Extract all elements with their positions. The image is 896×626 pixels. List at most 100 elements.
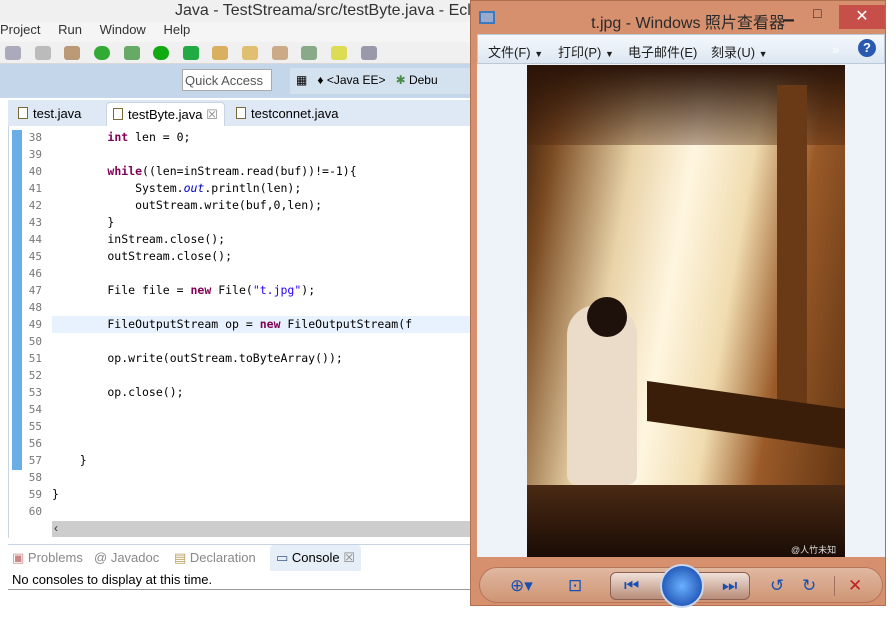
menu-bar: Project Run Window Help xyxy=(0,22,470,42)
open-perspective-icon[interactable]: ▦ xyxy=(296,73,307,87)
scroll-left-icon[interactable]: ‹ xyxy=(54,521,58,535)
perspective-label: <Java EE> xyxy=(326,73,386,87)
perspective-label: Debu xyxy=(408,73,438,87)
zoom-icon[interactable]: ⊕▾ xyxy=(510,576,533,596)
menu-project[interactable]: Project xyxy=(0,22,40,37)
quick-access-input[interactable]: Quick Access xyxy=(182,69,272,91)
minimize-button[interactable]: ▁ xyxy=(783,5,803,22)
rotate-right-icon[interactable]: ↻ xyxy=(802,576,816,596)
line-number: 54 xyxy=(28,403,42,416)
line-number: 42 xyxy=(28,199,42,212)
tab-declaration[interactable]: ▤ Declaration xyxy=(174,550,256,566)
code-line: outStream.write(buf,0,len); xyxy=(52,198,323,212)
code-line: } xyxy=(52,487,59,501)
console-message: No consoles to display at this time. xyxy=(12,572,213,587)
line-number: 56 xyxy=(28,437,42,450)
previous-icon[interactable]: ⏮ xyxy=(624,576,639,596)
line-number: 49 xyxy=(28,318,42,331)
line-number: 55 xyxy=(28,420,42,433)
close-icon[interactable]: ☒ xyxy=(343,550,355,565)
code-line: inStream.close(); xyxy=(52,232,226,246)
dropdown-icon: ▼ xyxy=(758,49,768,59)
tab-label: Console xyxy=(291,550,340,565)
menu-label: 文件(F) xyxy=(488,45,531,60)
actual-size-icon[interactable]: ⊡ xyxy=(568,576,582,596)
tab-problems[interactable]: ▣ Problems xyxy=(12,550,83,566)
slideshow-button[interactable] xyxy=(660,564,704,608)
menu-help[interactable]: Help xyxy=(163,22,190,37)
photo[interactable]: @人竹未知事 xyxy=(527,65,845,557)
open-icon[interactable] xyxy=(242,46,258,60)
watermark: @人竹未知事 xyxy=(791,545,837,555)
close-button[interactable]: ✕ xyxy=(839,5,885,29)
photo-viewer-window: t.jpg - Windows 照片查看器 ▁ □ ✕ 文件(F) ▼ 打印(P… xyxy=(470,0,886,608)
line-number: 57 xyxy=(28,454,42,467)
tab-console[interactable]: ▭ Console ☒ xyxy=(270,545,361,571)
search-icon[interactable] xyxy=(301,46,318,60)
line-number: 45 xyxy=(28,250,42,263)
open-folder-icon[interactable] xyxy=(212,46,229,60)
tab-label: testconnet.java xyxy=(251,106,339,121)
code-line: FileOutputStream op = new FileOutputStre… xyxy=(52,317,413,331)
java-ee-icon: ♦ xyxy=(317,73,324,87)
new-package-icon[interactable] xyxy=(64,46,81,60)
help-icon[interactable]: ? xyxy=(858,39,876,57)
line-number: 60 xyxy=(28,505,42,518)
maximize-button[interactable]: □ xyxy=(813,5,833,21)
code-line: File file = new File("t.jpg"); xyxy=(52,283,316,297)
line-number: 40 xyxy=(28,165,42,178)
java-file-icon xyxy=(113,108,123,120)
line-number: 47 xyxy=(28,284,42,297)
editor-tabs: test.java testByte.java ☒ testconnet.jav… xyxy=(8,100,470,126)
problems-icon: ▣ xyxy=(12,550,25,565)
menu-print[interactable]: 打印(P) ▼ xyxy=(558,42,614,61)
menu-email[interactable]: 电子邮件(E) xyxy=(628,42,697,61)
line-number: 48 xyxy=(28,301,42,314)
perspective-debug[interactable]: ✱ Debu xyxy=(396,73,438,87)
tab-javadoc[interactable]: @ Javadoc xyxy=(94,550,159,565)
highlight-icon[interactable] xyxy=(330,46,347,60)
menu-window[interactable]: Window xyxy=(100,22,146,37)
show-whitespace-icon[interactable] xyxy=(360,46,377,60)
declaration-icon: ▤ xyxy=(174,550,187,565)
menu-run[interactable]: Run xyxy=(58,22,82,37)
run-external-icon[interactable] xyxy=(182,46,199,60)
console-icon: ▭ xyxy=(276,550,289,565)
run-icon[interactable] xyxy=(153,46,170,60)
menu-burn[interactable]: 刻录(U) ▼ xyxy=(711,42,768,61)
line-number: 39 xyxy=(28,148,42,161)
tab-label: Declaration xyxy=(189,550,256,565)
tab-label: Javadoc xyxy=(110,550,160,565)
at-icon: @ xyxy=(94,550,108,565)
tab-testconnet-java[interactable]: testconnet.java xyxy=(230,102,344,126)
debug-icon[interactable] xyxy=(123,46,140,60)
line-number: 44 xyxy=(28,233,42,246)
tab-test-java[interactable]: test.java xyxy=(12,102,87,126)
line-number: 46 xyxy=(28,267,42,280)
delete-icon[interactable]: ✕ xyxy=(848,576,862,596)
line-number: 59 xyxy=(28,488,42,501)
dropdown-icon: ▼ xyxy=(534,49,544,59)
tab-label: testByte.java xyxy=(128,107,203,122)
code-line: op.write(outStream.toByteArray()); xyxy=(52,351,343,365)
tab-testbyte-java[interactable]: testByte.java ☒ xyxy=(106,102,225,126)
line-number: 58 xyxy=(28,471,42,484)
perspective-java-ee[interactable]: ♦ <Java EE> xyxy=(317,73,385,87)
horizontal-scrollbar[interactable] xyxy=(52,521,470,537)
line-number: 43 xyxy=(28,216,42,229)
brush-icon[interactable] xyxy=(271,46,288,60)
dropdown-icon: ▼ xyxy=(604,49,614,59)
close-icon[interactable]: ☒ xyxy=(206,107,218,122)
menu-file[interactable]: 文件(F) ▼ xyxy=(488,42,543,61)
line-number: 52 xyxy=(28,369,42,382)
toggle-icon[interactable] xyxy=(5,46,21,60)
more-icon[interactable]: » xyxy=(832,42,839,57)
photo-area: @人竹未知事 xyxy=(477,64,885,557)
code-line: while((len=inStream.read(buf))!=-1){ xyxy=(107,164,357,178)
tab-label: test.java xyxy=(33,106,82,121)
code-line: outStream.close(); xyxy=(52,249,233,263)
rotate-left-icon[interactable]: ↺ xyxy=(770,576,784,596)
step-icon[interactable] xyxy=(34,46,51,60)
new-class-icon[interactable] xyxy=(93,46,110,60)
next-icon[interactable]: ⏭ xyxy=(722,576,737,596)
